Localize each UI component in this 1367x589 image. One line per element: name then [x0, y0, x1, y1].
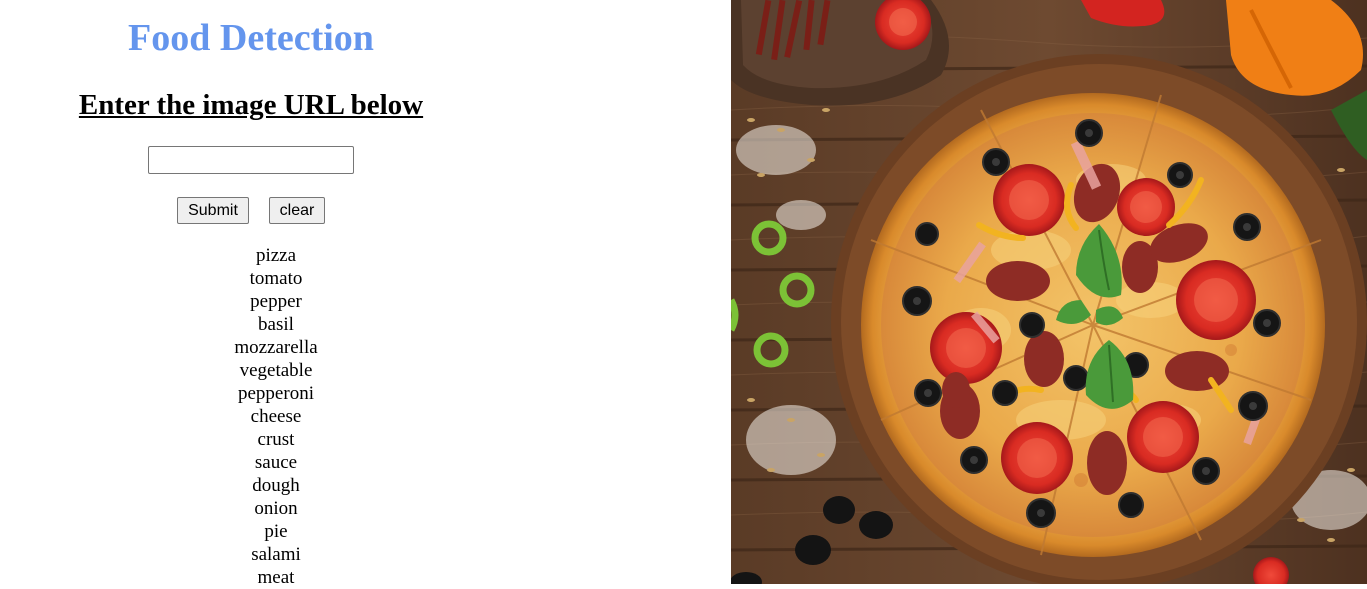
list-item: pie: [264, 521, 288, 542]
list-item: vegetable: [239, 360, 313, 381]
left-panel: Food Detection Enter the image URL below…: [0, 0, 502, 588]
list-item: meat: [257, 567, 295, 588]
url-instruction-heading: Enter the image URL below: [78, 89, 424, 121]
list-item: onion: [254, 498, 298, 519]
list-item: salami: [251, 544, 301, 565]
list-item: cheese: [250, 406, 302, 427]
submit-button[interactable]: Submit: [177, 197, 249, 224]
list-item: pepper: [250, 291, 302, 312]
clear-button[interactable]: clear: [269, 197, 325, 224]
list-item: mozzarella: [234, 337, 318, 358]
detected-labels-list: pizza tomato pepper basil mozzarella veg…: [176, 244, 376, 589]
list-item: tomato: [249, 268, 303, 289]
list-item: sauce: [254, 452, 298, 473]
list-item: pizza: [255, 245, 297, 266]
image-url-input[interactable]: [148, 146, 354, 174]
food-photo: [731, 0, 1367, 584]
list-item: dough: [252, 475, 300, 496]
list-item: crust: [257, 429, 295, 450]
list-item: pepperoni: [238, 383, 314, 404]
page-title: Food Detection: [128, 17, 374, 59]
list-item: basil: [258, 314, 294, 335]
